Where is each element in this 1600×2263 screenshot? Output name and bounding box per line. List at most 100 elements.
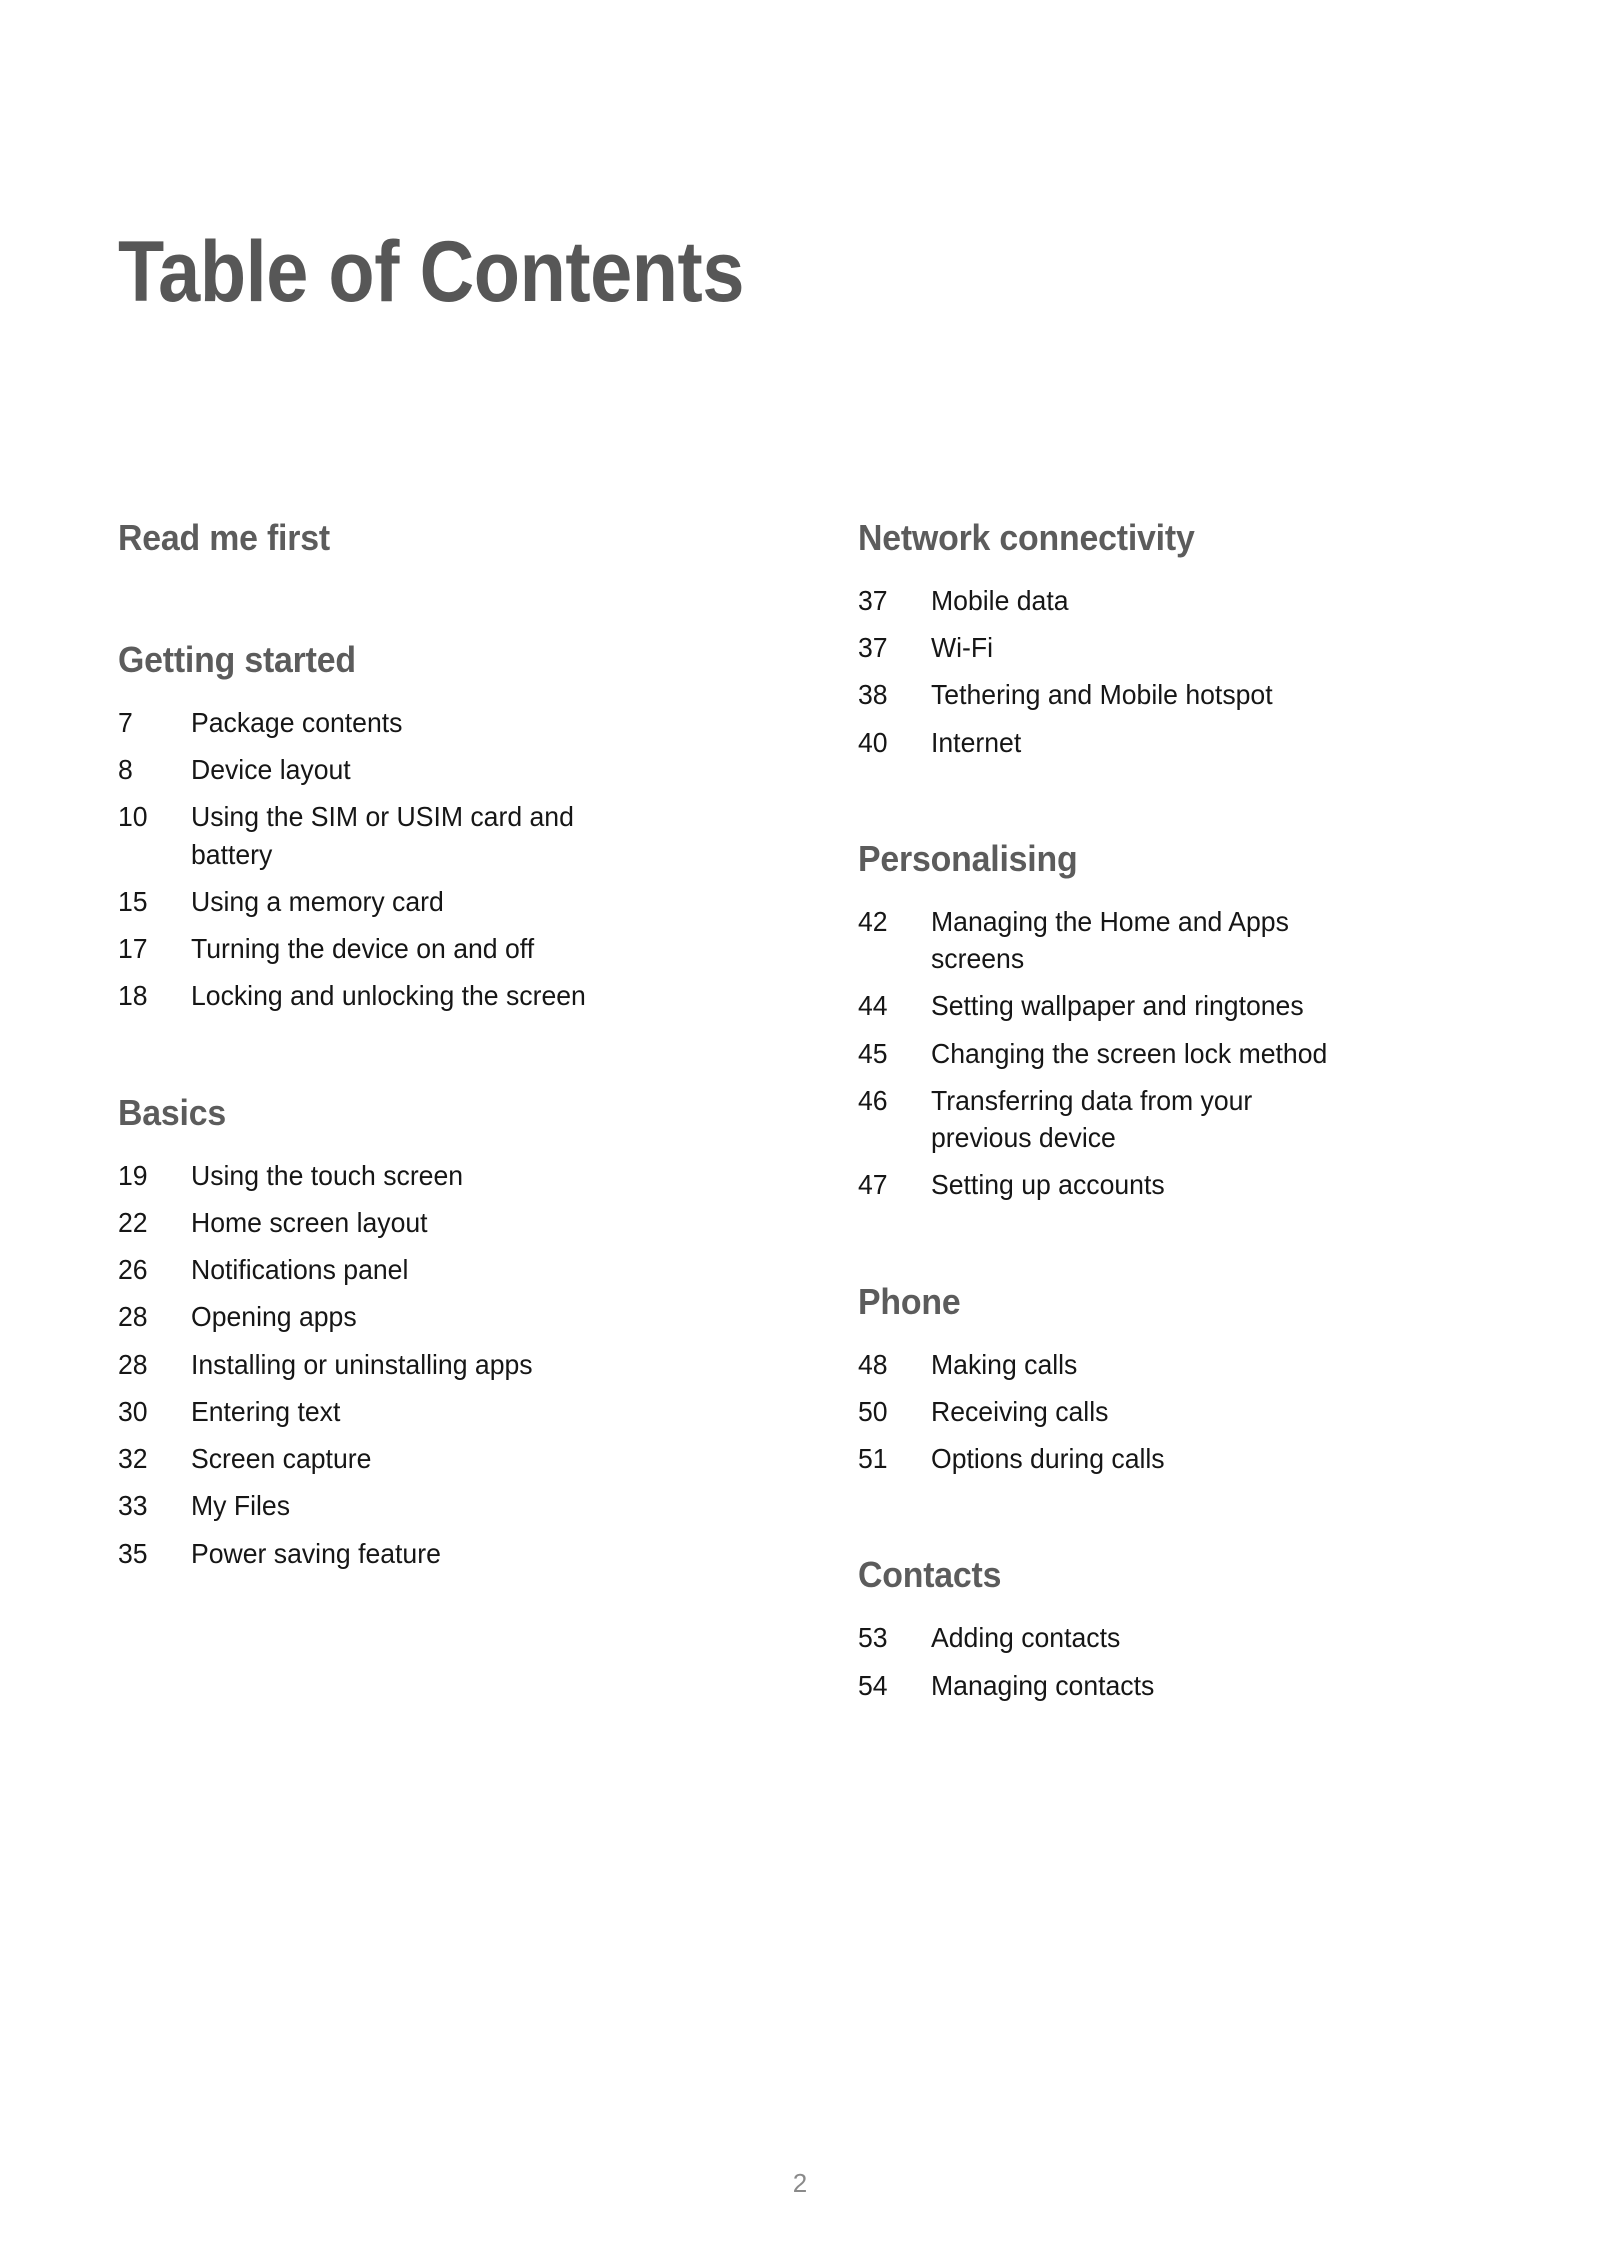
toc-entry-page-number: 50 [858,1395,888,1427]
toc-entry-page-number: 54 [858,1669,888,1701]
toc-entry[interactable]: 40 Internet [858,724,1460,761]
toc-entry-label: Managing the Home and Apps screens [931,905,1289,975]
toc-entry-label: Entering text [191,1395,341,1427]
toc-entry-label: Power saving feature [191,1537,441,1569]
toc-entry-page-number: 7 [118,707,133,738]
toc-entry-page-number: 48 [858,1348,888,1380]
toc-entry[interactable]: 10 Using the SIM or USIM card and battery [118,798,720,872]
toc-entry-page-number: 8 [118,754,133,786]
toc-entry-page-number: 37 [858,632,888,664]
toc-entry[interactable]: 47 Setting up accounts [858,1166,1460,1203]
toc-entry-list: 7 Package contents 8 Device layout 10 Using t… [118,704,720,1015]
toc-entry-label: Receiving calls [931,1395,1109,1427]
toc-entry[interactable]: 28 Installing or uninstalling apps [118,1346,720,1383]
page-number: 2 [792,2168,808,2198]
toc-entry-label: Using a memory card [191,885,444,917]
toc-entry[interactable]: 17 Turning the device on and off [118,930,720,967]
toc-entry-page-number: 28 [118,1301,148,1333]
section-heading: Contacts [858,1554,1002,1596]
toc-entry-label: Wi-Fi [931,632,994,664]
toc-entry-label: Options during calls [931,1443,1165,1475]
toc-entry-label: Managing contacts [931,1669,1155,1701]
toc-entry-list: 42 Managing the Home and Apps screens 44 Se… [858,903,1460,1204]
toc-entry-page-number: 15 [118,885,148,917]
toc-entry[interactable]: 54 Managing contacts [858,1667,1460,1704]
toc-entry[interactable]: 42 Managing the Home and Apps screens [858,903,1460,977]
toc-entry-label: Notifications panel [191,1254,409,1286]
section-basics: Basics 19 Using the touch screen 22 Home scr… [118,1091,720,1572]
section-heading: Getting started [118,639,356,680]
toc-entry-label: Locking and unlocking the screen [191,980,586,1012]
toc-entry-label: Mobile data [931,585,1069,616]
section-personalising: Personalising 42 Managing the Home and App… [858,837,1460,1204]
toc-entry[interactable]: 22 Home screen layout [118,1204,720,1241]
toc-entry[interactable]: 51 Options during calls [858,1440,1460,1477]
section-heading: Read me first [118,517,330,558]
toc-entry-page-number: 32 [118,1443,148,1475]
toc-entry-label: Adding contacts [931,1622,1121,1654]
toc-entry-page-number: 38 [858,679,888,711]
toc-entry-page-number: 17 [118,933,148,965]
toc-entry-label: Using the SIM or USIM card and battery [191,801,574,870]
toc-entry-label: Screen capture [191,1443,372,1475]
page-title: Table of Contents [118,223,744,320]
toc-entry[interactable]: 18 Locking and unlocking the screen [118,977,720,1014]
toc-entry[interactable]: 44 Setting wallpaper and ringtones [858,987,1460,1024]
toc-columns: Read me first Getting started 7 Package con… [0,520,1600,1714]
toc-entry[interactable]: 35 Power saving feature [118,1535,720,1572]
toc-entry-page-number: 53 [858,1622,888,1654]
toc-entry-label: Setting wallpaper and ringtones [931,990,1304,1022]
toc-entry-page-number: 35 [118,1537,148,1569]
toc-entry[interactable]: 7 Package contents [118,704,720,741]
toc-entry-label: Device layout [191,754,351,786]
toc-entry-page-number: 47 [858,1169,888,1201]
section-contacts: Contacts 53 Adding contacts 54 Managing cont… [858,1557,1460,1703]
toc-entry[interactable]: 19 Using the touch screen [118,1157,720,1194]
toc-entry[interactable]: 50 Receiving calls [858,1393,1460,1430]
toc-entry-page-number: 51 [858,1443,888,1475]
right-column: Network connectivity 37 Mobile data 37 Wi-Fi… [740,520,1480,1714]
toc-entry[interactable]: 33 My Files [118,1487,720,1524]
section-heading: Personalising [858,837,1078,879]
toc-entry-page-number: 42 [858,905,888,937]
toc-entry-page-number: 26 [118,1254,148,1286]
section-heading: Network connectivity [858,517,1195,558]
toc-entry-page-number: 46 [858,1084,888,1116]
toc-entry-label: Installing or uninstalling apps [191,1348,533,1380]
section-heading: Basics [118,1091,226,1133]
toc-entry[interactable]: 30 Entering text [118,1393,720,1430]
toc-entry-page-number: 37 [858,585,888,616]
section-phone: Phone 48 Making calls 50 Receiving calls 51 Op… [858,1283,1460,1478]
toc-entry-label: My Files [191,1490,291,1522]
toc-entry-label: Using the touch screen [191,1159,464,1191]
toc-entry[interactable]: 28 Opening apps [118,1298,720,1335]
toc-entry-label: Turning the device on and off [191,933,535,965]
toc-entry-list: 48 Making calls 50 Receiving calls 51 Options… [858,1346,1460,1478]
toc-entry-page-number: 30 [118,1395,148,1427]
toc-entry-page-number: 18 [118,980,148,1012]
toc-entry-page-number: 44 [858,990,888,1022]
toc-entry-label: Package contents [191,707,403,738]
toc-entry-label: Home screen layout [191,1206,428,1238]
toc-entry-page-number: 28 [118,1348,148,1380]
toc-entry[interactable]: 45 Changing the screen lock method [858,1035,1460,1072]
toc-entry-page-number: 45 [858,1037,888,1069]
toc-entry-label: Tethering and Mobile hotspot [931,679,1273,711]
toc-entry[interactable]: 46 Transferring data from your previous d… [858,1082,1460,1156]
toc-entry-page-number: 22 [118,1206,148,1238]
toc-page: Table of Contents Read me first Getting s… [0,0,1600,2263]
toc-entry[interactable]: 8 Device layout [118,751,720,788]
toc-entry[interactable]: 38 Tethering and Mobile hotspot [858,676,1460,713]
toc-entry[interactable]: 48 Making calls [858,1346,1460,1383]
toc-entry[interactable]: 53 Adding contacts [858,1619,1460,1656]
toc-entry[interactable]: 15 Using a memory card [118,883,720,920]
section-network-connectivity: Network connectivity 37 Mobile data 37 Wi-Fi… [858,520,1460,761]
toc-entry[interactable]: 26 Notifications panel [118,1251,720,1288]
toc-entry[interactable]: 37 Mobile data [858,582,1460,619]
left-column: Read me first Getting started 7 Package con… [0,520,740,1582]
toc-entry[interactable]: 32 Screen capture [118,1440,720,1477]
toc-entry[interactable]: 37 Wi-Fi [858,629,1460,666]
